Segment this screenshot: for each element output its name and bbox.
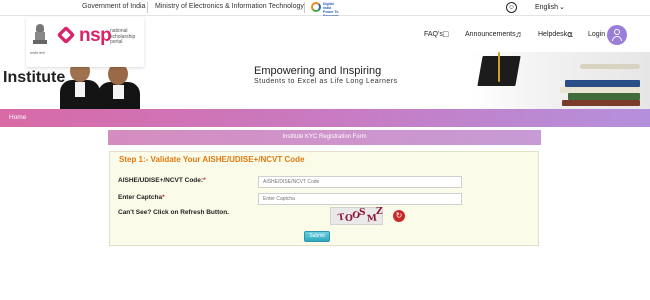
captcha-label: Enter Captcha*: [118, 194, 165, 201]
speaker-icon[interactable]: ♬: [515, 29, 524, 39]
digital-india-icon: [311, 2, 321, 12]
page-heading: Institute: [3, 69, 66, 86]
nav-announcements[interactable]: Announcements: [465, 31, 516, 38]
submit-button[interactable]: Submit: [304, 231, 330, 242]
digital-india-line1: Digital India: [323, 2, 334, 10]
nav-login[interactable]: Login: [588, 31, 605, 38]
captcha-image: T O O S M Z: [330, 207, 383, 225]
divider: [304, 2, 305, 13]
headset-icon[interactable]: ⍺: [567, 29, 573, 40]
banner-subtagline: Students to Excel as Life Long Learners: [254, 78, 398, 85]
refresh-icon[interactable]: ↻: [393, 210, 405, 222]
national-emblem-icon: [33, 24, 47, 46]
digital-india-logo[interactable]: Digital India Power To Empower: [311, 1, 339, 18]
code-label: AISHE/UDISE+/NCVT Code:*: [118, 177, 206, 184]
nav-faqs[interactable]: FAQ's: [424, 31, 443, 38]
refresh-hint: Can't See? Click on Refresh Button.: [118, 209, 229, 216]
nsp-brand-subtitle: national scholarship portal: [110, 28, 136, 45]
main-menu-bar: Home: [0, 109, 650, 127]
page: Government of India Ministry of Electron…: [0, 0, 650, 300]
ministry-link[interactable]: Ministry of Electronics & Information Te…: [155, 3, 304, 10]
menu-home[interactable]: Home: [9, 114, 26, 121]
required-mark: *: [203, 177, 206, 184]
books-cap-image: [470, 52, 650, 109]
chat-bubble-icon[interactable]: □: [443, 29, 448, 39]
nsp-brand: nsp: [79, 25, 112, 46]
banner-tagline: Empowering and Inspiring: [254, 65, 382, 77]
divider: [147, 2, 148, 13]
accessibility-icon[interactable]: ☺: [506, 2, 517, 13]
gov-top-bar: Government of India Ministry of Electron…: [0, 0, 650, 18]
gov-of-india-link[interactable]: Government of India: [82, 3, 145, 10]
required-mark: *: [162, 194, 165, 201]
nav-helpdesk[interactable]: Helpdesk: [538, 31, 567, 38]
emblem-caption: सत्यमेव जयते: [30, 51, 45, 55]
kyc-form-panel: Step 1:- Validate Your AISHE/UDISE+/NCVT…: [109, 151, 539, 246]
chevron-down-icon[interactable]: ⌄: [559, 3, 565, 11]
user-avatar-icon[interactable]: [607, 25, 627, 45]
language-select[interactable]: English: [535, 4, 558, 11]
captcha-input[interactable]: [258, 193, 462, 205]
nsp-mark-icon: [56, 25, 76, 45]
site-header: सत्यमेव जयते nsp national scholarship po…: [0, 16, 650, 67]
nsp-logo[interactable]: सत्यमेव जयते nsp national scholarship po…: [26, 17, 144, 67]
step-title: Step 1:- Validate Your AISHE/UDISE+/NCVT…: [119, 155, 305, 164]
code-input[interactable]: [258, 176, 462, 188]
form-title: Institute KYC Registration Form: [108, 130, 541, 145]
